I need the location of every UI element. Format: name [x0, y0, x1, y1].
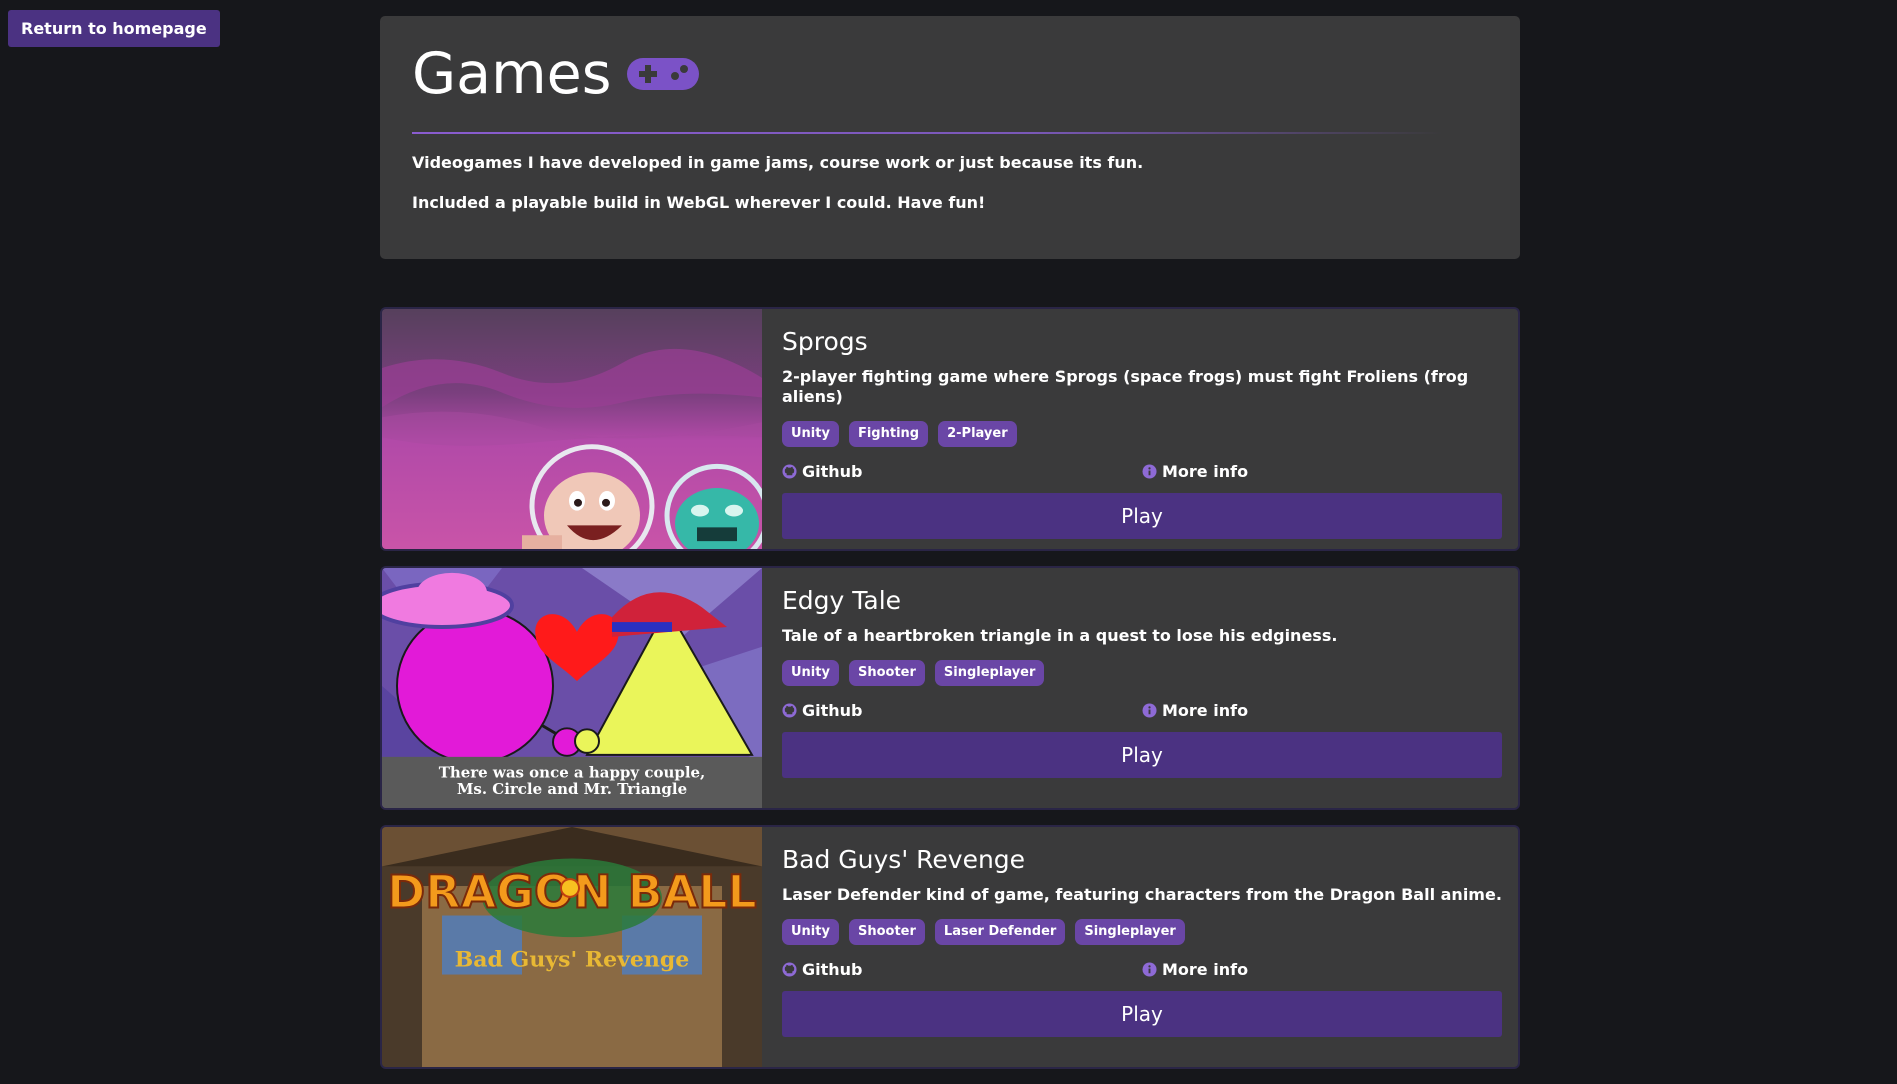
play-button[interactable]: Play: [782, 732, 1502, 778]
github-icon: [782, 702, 797, 718]
game-body: Sprogs 2-player fighting game where Spro…: [762, 309, 1518, 549]
header-card: Games Videogames I have developed in gam…: [380, 16, 1520, 259]
tag: Singleplayer: [1075, 919, 1185, 945]
game-thumbnail-sprogs: [382, 309, 762, 549]
github-link-label: Github: [802, 461, 863, 481]
page-title: Games: [412, 41, 612, 107]
main-container: Games Videogames I have developed in gam…: [380, 16, 1520, 1084]
game-thumbnail-bad-guys-revenge: DRAGON BALL Bad Guys' Revenge: [382, 827, 762, 1067]
header-divider: [412, 132, 1442, 134]
intro-text-1: Videogames I have developed in game jams…: [412, 153, 1144, 172]
thumbnail-caption-line-2: Ms. Circle and Mr. Triangle: [457, 780, 687, 798]
tag: 2-Player: [938, 421, 1017, 447]
intro-text-2: Included a playable build in WebGL where…: [412, 193, 986, 212]
game-body: Edgy Tale Tale of a heartbroken triangle…: [762, 568, 1518, 808]
tag: Fighting: [848, 421, 929, 447]
game-title: Edgy Tale: [782, 586, 902, 615]
play-button[interactable]: Play: [782, 991, 1502, 1037]
game-description: 2-player fighting game where Sprogs (spa…: [782, 367, 1469, 406]
tag-list: Unity Shooter Laser Defender Singleplaye…: [782, 919, 1502, 945]
thumbnail-subtitle-text: Bad Guys' Revenge: [455, 948, 690, 973]
play-button[interactable]: Play: [782, 493, 1502, 539]
github-link-label: Github: [802, 959, 863, 979]
game-description: Laser Defender kind of game, featuring c…: [782, 885, 1502, 904]
github-link-label: Github: [802, 700, 863, 720]
return-to-homepage-button[interactable]: Return to homepage: [8, 10, 220, 47]
more-info-label: More info: [1162, 461, 1249, 481]
tag-list: Unity Shooter Singleplayer: [782, 660, 1502, 686]
game-links: Github More info: [782, 459, 1502, 483]
tag: Unity: [782, 660, 839, 686]
github-link[interactable]: Github: [782, 462, 1142, 481]
game-title: Bad Guys' Revenge: [782, 845, 1026, 874]
game-card-sprogs: Sprogs 2-player fighting game where Spro…: [380, 307, 1520, 551]
more-info-label: More info: [1162, 700, 1249, 720]
game-card-bad-guys-revenge: DRAGON BALL Bad Guys' Revenge Bad Guys' …: [380, 825, 1520, 1069]
tag: Shooter: [848, 660, 925, 686]
tag: Laser Defender: [934, 919, 1066, 945]
game-body: Bad Guys' Revenge Laser Defender kind of…: [762, 827, 1518, 1067]
tag: Shooter: [848, 919, 925, 945]
github-link[interactable]: Github: [782, 701, 1142, 720]
tag-list: Unity Fighting 2-Player: [782, 421, 1502, 447]
gamepad-icon: [627, 56, 700, 92]
game-thumbnail-edgy-tale: There was once a happy couple, Ms. Circl…: [382, 568, 762, 808]
game-title: Sprogs: [782, 327, 868, 356]
info-icon: [1142, 702, 1157, 718]
more-info-link[interactable]: More info: [1142, 960, 1248, 979]
game-links: Github More info: [782, 698, 1502, 722]
game-list: Sprogs 2-player fighting game where Spro…: [380, 307, 1520, 1069]
tag: Unity: [782, 421, 839, 447]
github-icon: [782, 463, 797, 479]
title-row: Games: [412, 38, 1488, 110]
more-info-link[interactable]: More info: [1142, 462, 1248, 481]
game-links: Github More info: [782, 957, 1502, 981]
game-card-edgy-tale: There was once a happy couple, Ms. Circl…: [380, 566, 1520, 810]
tag: Singleplayer: [934, 660, 1045, 686]
more-info-link[interactable]: More info: [1142, 701, 1248, 720]
github-icon: [782, 961, 797, 977]
game-description: Tale of a heartbroken triangle in a ques…: [782, 626, 1338, 645]
github-link[interactable]: Github: [782, 960, 1142, 979]
more-info-label: More info: [1162, 959, 1249, 979]
thumbnail-caption-line-1: There was once a happy couple,: [439, 764, 706, 782]
tag: Unity: [782, 919, 839, 945]
info-icon: [1142, 961, 1157, 977]
info-icon: [1142, 463, 1157, 479]
